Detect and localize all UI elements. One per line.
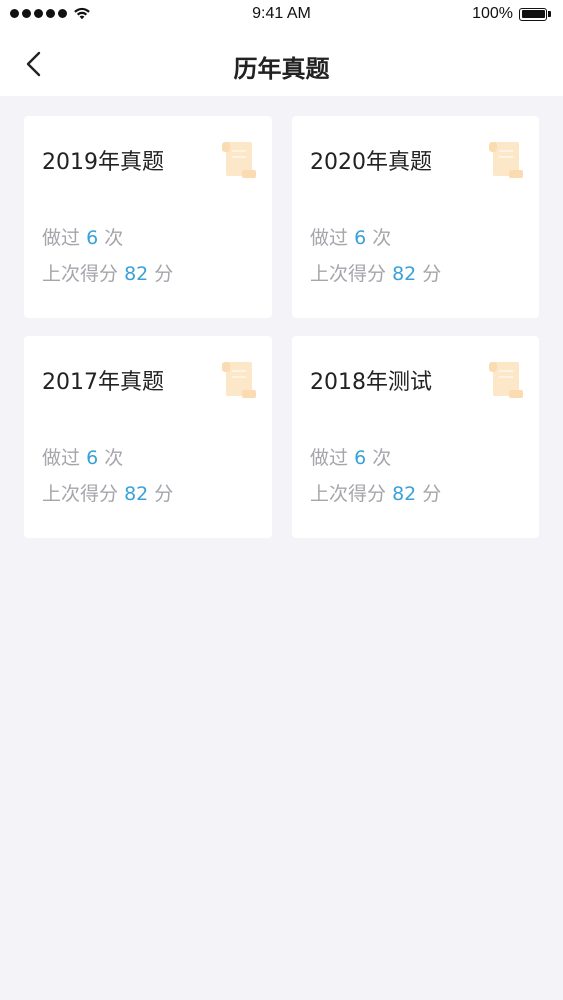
page-title: 历年真题 [233, 55, 330, 83]
times-done-prefix: 做过 [310, 447, 349, 469]
last-score-text: 上次得分 82 分 [310, 479, 441, 506]
last-score-prefix: 上次得分 [310, 483, 387, 505]
last-score-suffix: 分 [422, 263, 442, 285]
last-score-value: 82 [124, 483, 149, 505]
last-score-text: 上次得分 82 分 [310, 259, 441, 286]
scroll-icon [222, 142, 256, 178]
exam-card[interactable]: 2017年真题 做过 6 次 上次得分 82 分 [24, 336, 272, 538]
navigation-bar: 历年真题 [0, 32, 563, 96]
scroll-icon [222, 362, 256, 398]
last-score-suffix: 分 [154, 483, 174, 505]
times-done-text: 做过 6 次 [42, 223, 123, 250]
times-done-count: 6 [86, 447, 99, 469]
times-done-count: 6 [354, 447, 367, 469]
last-score-value: 82 [392, 263, 417, 285]
last-score-value: 82 [392, 483, 417, 505]
card-title: 2020年真题 [310, 150, 432, 175]
times-done-suffix: 次 [372, 447, 392, 469]
times-done-text: 做过 6 次 [310, 443, 391, 470]
scroll-icon [489, 362, 523, 398]
status-right: 100% [472, 5, 553, 23]
card-title: 2019年真题 [42, 150, 164, 175]
times-done-text: 做过 6 次 [42, 443, 123, 470]
last-score-prefix: 上次得分 [310, 263, 387, 285]
scroll-icon [489, 142, 523, 178]
last-score-value: 82 [124, 263, 149, 285]
exam-card[interactable]: 2019年真题 做过 6 次 上次得分 82 分 [24, 116, 272, 318]
times-done-prefix: 做过 [42, 447, 81, 469]
last-score-prefix: 上次得分 [42, 263, 119, 285]
exam-card[interactable]: 2018年测试 做过 6 次 上次得分 82 分 [292, 336, 539, 538]
times-done-suffix: 次 [104, 447, 124, 469]
last-score-text: 上次得分 82 分 [42, 479, 173, 506]
battery-percentage: 100% [472, 5, 513, 22]
times-done-count: 6 [86, 227, 99, 249]
last-score-text: 上次得分 82 分 [42, 259, 173, 286]
times-done-suffix: 次 [372, 227, 392, 249]
times-done-prefix: 做过 [310, 227, 349, 249]
times-done-count: 6 [354, 227, 367, 249]
status-bar: 9:41 AM 100% [0, 0, 563, 32]
last-score-suffix: 分 [154, 263, 174, 285]
times-done-text: 做过 6 次 [310, 223, 391, 250]
card-title: 2017年真题 [42, 370, 164, 395]
last-score-suffix: 分 [422, 483, 442, 505]
last-score-prefix: 上次得分 [42, 483, 119, 505]
times-done-prefix: 做过 [42, 227, 81, 249]
times-done-suffix: 次 [104, 227, 124, 249]
exam-card-grid: 2019年真题 做过 6 次 上次得分 82 分 2020年真题 做过 6 次 … [24, 116, 539, 538]
battery-icon [519, 7, 553, 22]
exam-card[interactable]: 2020年真题 做过 6 次 上次得分 82 分 [292, 116, 539, 318]
card-title: 2018年测试 [310, 370, 432, 395]
